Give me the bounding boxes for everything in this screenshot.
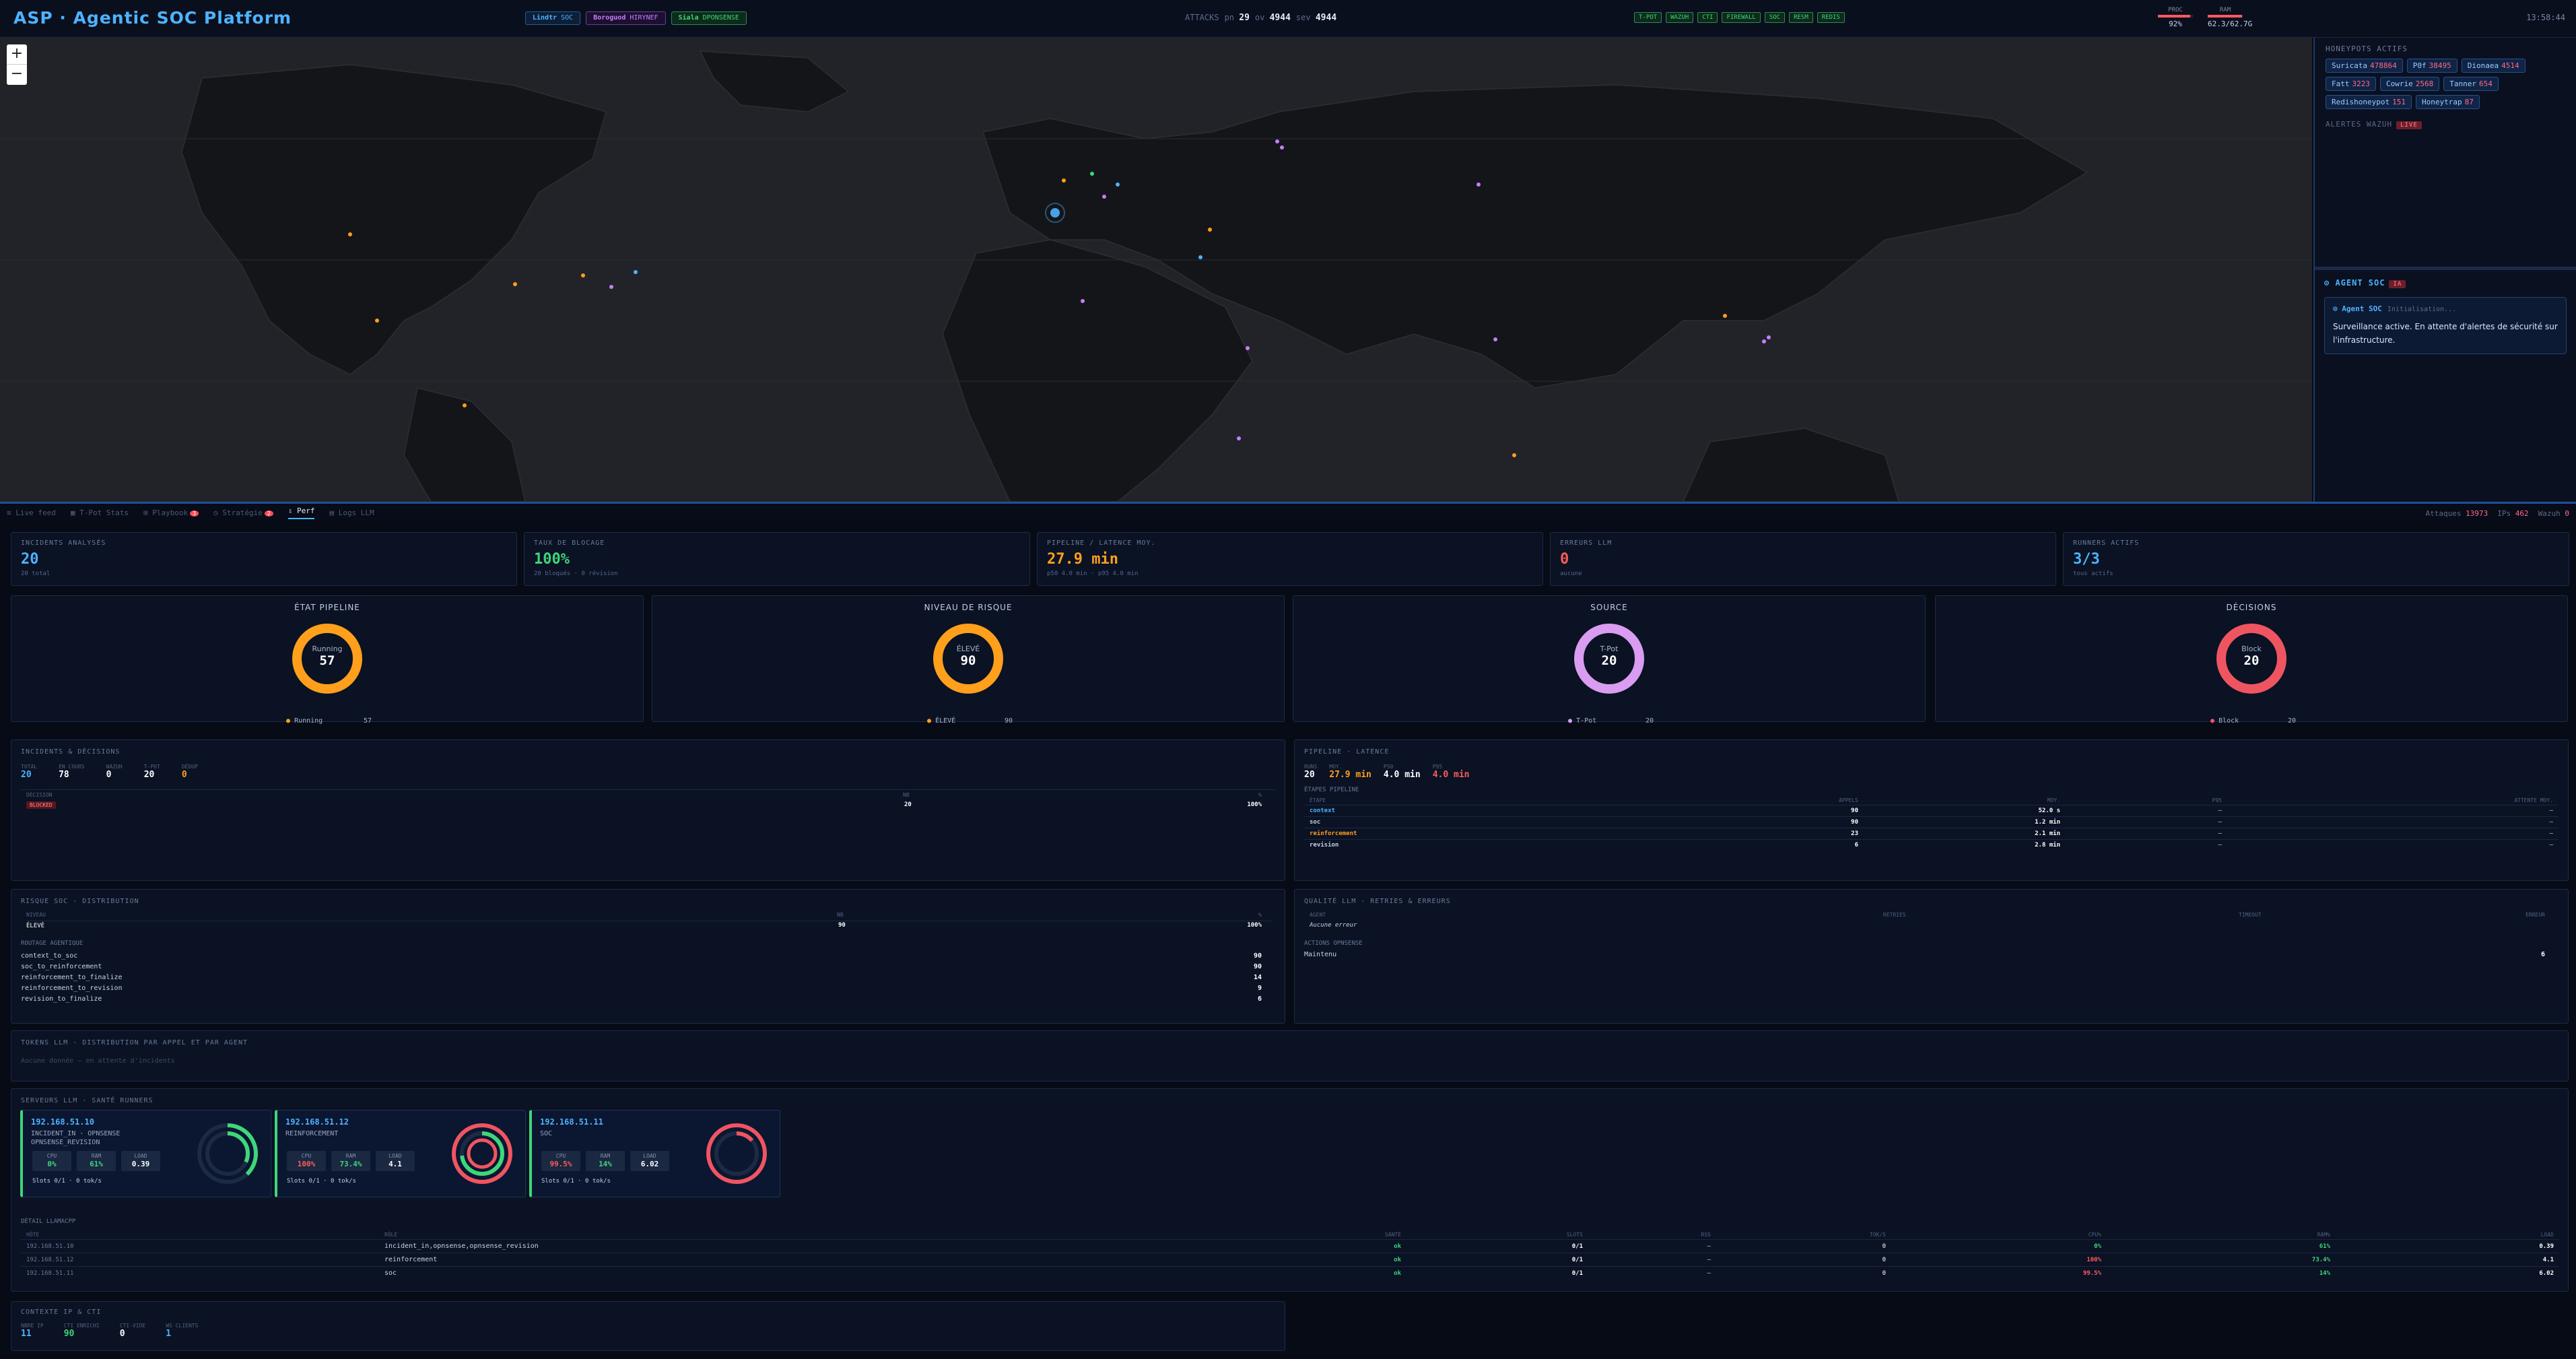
cpu-box: CPU 0% — [32, 1151, 71, 1171]
load-box: LOAD 6.02 — [630, 1151, 669, 1171]
live-badge: LIVE — [2396, 121, 2422, 129]
pill-siala[interactable]: Siala DPONSENSE — [671, 11, 747, 25]
ram-box: RAM 61% — [77, 1151, 116, 1171]
list-item: context_to_soc 90 — [21, 952, 1262, 960]
ia-badge: IA — [2389, 280, 2406, 288]
pill-boroguod[interactable]: Boroguod HIRYNEF — [586, 11, 666, 25]
llm-quality-card: QUALITÉ LLM · RETRIES & ERREURS AGENT RE… — [1294, 889, 2569, 1024]
honeypot-tag[interactable]: Fatt 3223 — [2326, 77, 2376, 91]
server-gauge — [706, 1123, 767, 1184]
honeypot-tag[interactable]: Tanner 654 — [2443, 77, 2499, 91]
pill-lindtr[interactable]: Lindtr SOC — [525, 11, 581, 25]
server-card-51-11[interactable]: 192.168.51.11 SOC CPU 99.5% RAM 14% LOAD 6.… — [529, 1110, 780, 1197]
tab-bar-stats: Attaques 13973 IPs 462 Wazuh 0 — [2425, 509, 2569, 518]
table-row: soc 90 1.2 min — — — [1304, 816, 2558, 828]
kpi-pipeline-latency: PIPELINE / LATENCE MOY. 27.9 min p50 4.0 m… — [1037, 532, 1543, 586]
zoom-out-button[interactable]: − — [7, 65, 27, 85]
honeypot-tag[interactable]: P0f 38495 — [2406, 59, 2458, 73]
module-badge[interactable]: T-POT — [1634, 12, 1662, 23]
world-map-svg — [0, 51, 2312, 502]
load-box: LOAD 0.39 — [121, 1151, 160, 1171]
kpi-runners: RUNNERS ACTIFS 3/3 tous actifs — [2063, 532, 2569, 586]
table-row: reinforcement 23 2.1 min — — — [1304, 828, 2558, 840]
module-badge[interactable]: CTI — [1697, 12, 1718, 23]
honeypot-tag[interactable]: Dionaea 4514 — [2461, 59, 2526, 73]
context-ip-cti-card: CONTEXTE IP & CTI NBRE IP 11 CTI ENRICHI 9… — [11, 1301, 1285, 1351]
table-row: 192.168.51.11 soc ok 0/1 — 0 99.5% 14% 6… — [21, 1266, 2559, 1280]
honeypot-tag[interactable]: Honeytrap 87 — [2415, 95, 2480, 109]
tab-logs-llm[interactable]: ▤ Logs LLM — [329, 508, 374, 517]
agent-message: Surveillance active. En attente d'alerte… — [2333, 322, 2558, 345]
cpu-box: CPU 100% — [287, 1151, 326, 1171]
donut-pipeline-state: ÉTAT PIPELINE Running 57 ● Running 57 — [11, 595, 644, 725]
module-badge[interactable]: FIREWALL — [1722, 12, 1761, 23]
attack-map[interactable]: + − — [0, 38, 2312, 502]
table-row: revision 6 2.8 min — — — [1304, 839, 2558, 851]
donut-risk-level: NIVEAU DE RISQUE ÉLEVÉ 90 ● ÉLEVÉ 90 — [652, 595, 1285, 725]
agent-message-card: ⊙ Agent SOC Initialisation... Surveillanc… — [2324, 297, 2567, 354]
tab-strategie[interactable]: ◷ Stratégie 2 — [213, 508, 273, 517]
kpi-llm-errors: ERREURS LLM 0 aucune — [1550, 532, 2056, 586]
llm-tokens-card: TOKENS LLM · DISTRIBUTION PAR APPEL ET P… — [11, 1030, 2569, 1082]
pipeline-latency-card: PIPELINE · LATENCE RUNS 20 MOY. 27.9 min P… — [1294, 739, 2569, 881]
status-pills: Lindtr SOC Boroguod HIRYNEF Siala DPONSENSE — [525, 11, 747, 25]
server-gauge — [197, 1123, 258, 1184]
tab-perf[interactable]: ⇩ Perf — [287, 506, 315, 519]
ram-box: RAM 14% — [586, 1151, 625, 1171]
server-gauge — [452, 1123, 512, 1184]
agent-soc-panel: ⊙ AGENT SOC IA ⊙ Agent SOC Initialisation.… — [2315, 267, 2576, 502]
top-header: ASP · Agentic SOC Platform Lindtr SOC Bor… — [0, 0, 2576, 38]
list-item: reinforcement_to_revision 9 — [21, 985, 1262, 992]
agent-title: ⊙ AGENT SOC IA — [2324, 278, 2567, 288]
cpu-meter: PROC 92% — [2158, 7, 2193, 28]
honeypots-title: HONEYPOTS ACTIFS — [2326, 44, 2408, 53]
list-item: Maintenu 6 — [1304, 951, 2545, 958]
list-item: reinforcement_to_finalize 14 — [21, 974, 1262, 981]
module-badge[interactable]: SOC — [1764, 12, 1786, 23]
cpu-box: CPU 99.5% — [541, 1151, 580, 1171]
app-title: ASP · Agentic SOC Platform — [13, 8, 292, 28]
resource-meters: PROC 92% RAM 62.3/62.7G — [2158, 7, 2253, 28]
list-item: revision_to_finalize 6 — [21, 995, 1262, 1003]
zoom-in-button[interactable]: + — [7, 44, 27, 65]
module-badge[interactable]: RESM — [1789, 12, 1813, 23]
module-badge[interactable]: WAZUH — [1666, 12, 1694, 23]
decision-badge: BLOCKED — [26, 801, 56, 809]
tab-live-feed[interactable]: ≡ Live feed — [7, 508, 56, 517]
attack-stats: ATTACKS pn 29 ov 4944 sev 4944 — [1185, 13, 1337, 23]
list-item: soc_to_reinforcement 90 — [21, 963, 1262, 970]
risk-distribution-card: RISQUE SOC · DISTRIBUTION NIVEAU NB % ÉL… — [11, 889, 1285, 1024]
kpi-blocking-rate: TAUX DE BLOCAGE 100% 20 bloqués · 0 révisi… — [524, 532, 1030, 586]
tab-tpot-stats[interactable]: ▦ T-Pot Stats — [71, 508, 129, 517]
table-row: context 90 52.0 s — — — [1304, 805, 2558, 817]
server-card-51-10[interactable]: 192.168.51.10 INCIDENT_IN · OPNSENSE OPNS… — [20, 1110, 271, 1197]
ram-box: RAM 73.4% — [331, 1151, 370, 1171]
clock: 13:58:44 — [2526, 13, 2565, 22]
right-panel: HONEYPOTS ACTIFS Suricata 478864 P0f 38495… — [2313, 38, 2576, 502]
alerts-title: ALERTES WAZUH LIVE — [2326, 120, 2565, 129]
honeypot-tag[interactable]: Redishoneypot 151 — [2326, 95, 2412, 109]
honeypot-tag[interactable]: Cowrie 2568 — [2380, 77, 2440, 91]
honeypot-list: Suricata 478864 P0f 38495 Dionaea 4514 Fatt… — [2326, 59, 2565, 109]
donut-source: SOURCE T-Pot 20 ● T-Pot 20 — [1293, 595, 1926, 725]
map-zoom-control: + − — [7, 44, 27, 85]
load-box: LOAD 4.1 — [376, 1151, 415, 1171]
server-card-51-12[interactable]: 192.168.51.12 REINFORCEMENT CPU 100% RAM 7… — [275, 1110, 526, 1197]
donut-decisions: DÉCISIONS Block 20 ● Block 20 — [1935, 595, 2568, 725]
module-badge[interactable]: REDIS — [1817, 12, 1845, 23]
incidents-decisions-card: INCIDENTS & DÉCISIONS TOTAL 20 EN COURS 78… — [11, 739, 1285, 881]
honeypot-tag[interactable]: Suricata 478864 — [2326, 59, 2403, 73]
tab-bar: ≡ Live feed ▦ T-Pot Stats ⊞ Playbook 3 ◷ … — [0, 502, 2576, 522]
ram-meter: RAM 62.3/62.7G — [2208, 7, 2253, 28]
table-row: 192.168.51.10 incident_in,opnsense,opnse… — [21, 1239, 2559, 1253]
tab-playbook[interactable]: ⊞ Playbook 3 — [143, 508, 199, 517]
module-badges: T-POT WAZUH CTI FIREWALL SOC RESM REDIS — [1634, 12, 1845, 23]
table-row: 192.168.51.12 reinforcement ok 0/1 — 0 1… — [21, 1253, 2559, 1267]
kpi-incidents: INCIDENTS ANALYSÉS 20 20 total — [11, 532, 517, 586]
